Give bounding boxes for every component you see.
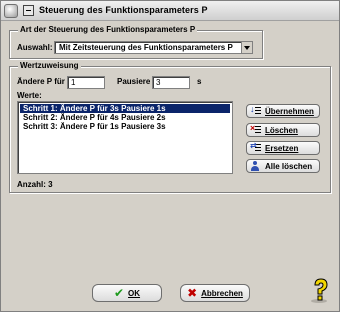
ersetzen-label: Ersetzen [265, 143, 299, 153]
delete-list-icon [250, 123, 261, 135]
chevron-down-icon [244, 45, 250, 50]
list-item[interactable]: Schritt 1: Ändere P für 3s Pausiere 1s [20, 104, 230, 113]
dialog-window: Steuerung des Funktionsparameters P Art … [0, 0, 340, 312]
ersetzen-button[interactable]: Ersetzen [246, 141, 320, 155]
aendere-input[interactable]: 1 [67, 76, 105, 89]
system-menu-icon[interactable] [23, 5, 34, 16]
help-question-icon[interactable] [310, 278, 332, 304]
alle-loeschen-label: Alle löschen [265, 161, 313, 171]
checkmark-icon: ✔ [113, 286, 125, 300]
help-question-dot [317, 295, 323, 301]
unit-label: s [197, 77, 202, 86]
list-item[interactable]: Schritt 3: Ändere P für 1s Pausiere 3s [20, 122, 230, 131]
group-art-title: Art der Steuerung des Funktionsparameter… [18, 25, 198, 35]
uebernehmen-button[interactable]: Übernehmen [246, 104, 320, 118]
werte-label: Werte: [17, 91, 42, 100]
ok-label: OK [128, 288, 141, 298]
auswahl-label: Auswahl: [17, 43, 53, 52]
insert-list-icon [250, 104, 261, 116]
pausiere-input[interactable]: 3 [152, 76, 190, 89]
window-title: Steuerung des Funktionsparameters P [39, 5, 208, 15]
anzahl-label: Anzahl: 3 [17, 180, 53, 189]
alle-loeschen-button[interactable]: Alle löschen [246, 159, 320, 173]
users-icon [250, 161, 261, 171]
auswahl-value: Mit Zeitsteuerung des Funktionsparameter… [59, 43, 233, 52]
aendere-label: Ändere P für [17, 77, 65, 86]
list-item[interactable]: Schritt 2: Ändere P für 4s Pausiere 2s [20, 113, 230, 122]
ok-button[interactable]: ✔ OK [92, 284, 162, 302]
dropdown-button[interactable] [241, 42, 252, 53]
pausiere-label: Pausiere [117, 77, 151, 86]
replace-list-icon [250, 141, 261, 153]
title-bar[interactable]: Steuerung des Funktionsparameters P [1, 1, 339, 21]
close-icon: ✖ [187, 286, 198, 300]
loeschen-button[interactable]: Löschen [246, 123, 320, 137]
cancel-button[interactable]: ✖ Abbrechen [180, 284, 250, 302]
loeschen-label: Löschen [265, 125, 298, 135]
app-icon [4, 4, 18, 18]
cancel-label: Abbrechen [201, 288, 243, 298]
auswahl-dropdown[interactable]: Mit Zeitsteuerung des Funktionsparameter… [54, 41, 253, 54]
group-wert-title: Wertzuweisung [18, 61, 81, 71]
uebernehmen-label: Übernehmen [265, 106, 314, 116]
help-question-mark [314, 278, 328, 295]
werte-listbox[interactable]: Schritt 1: Ändere P für 3s Pausiere 1s S… [17, 101, 233, 174]
